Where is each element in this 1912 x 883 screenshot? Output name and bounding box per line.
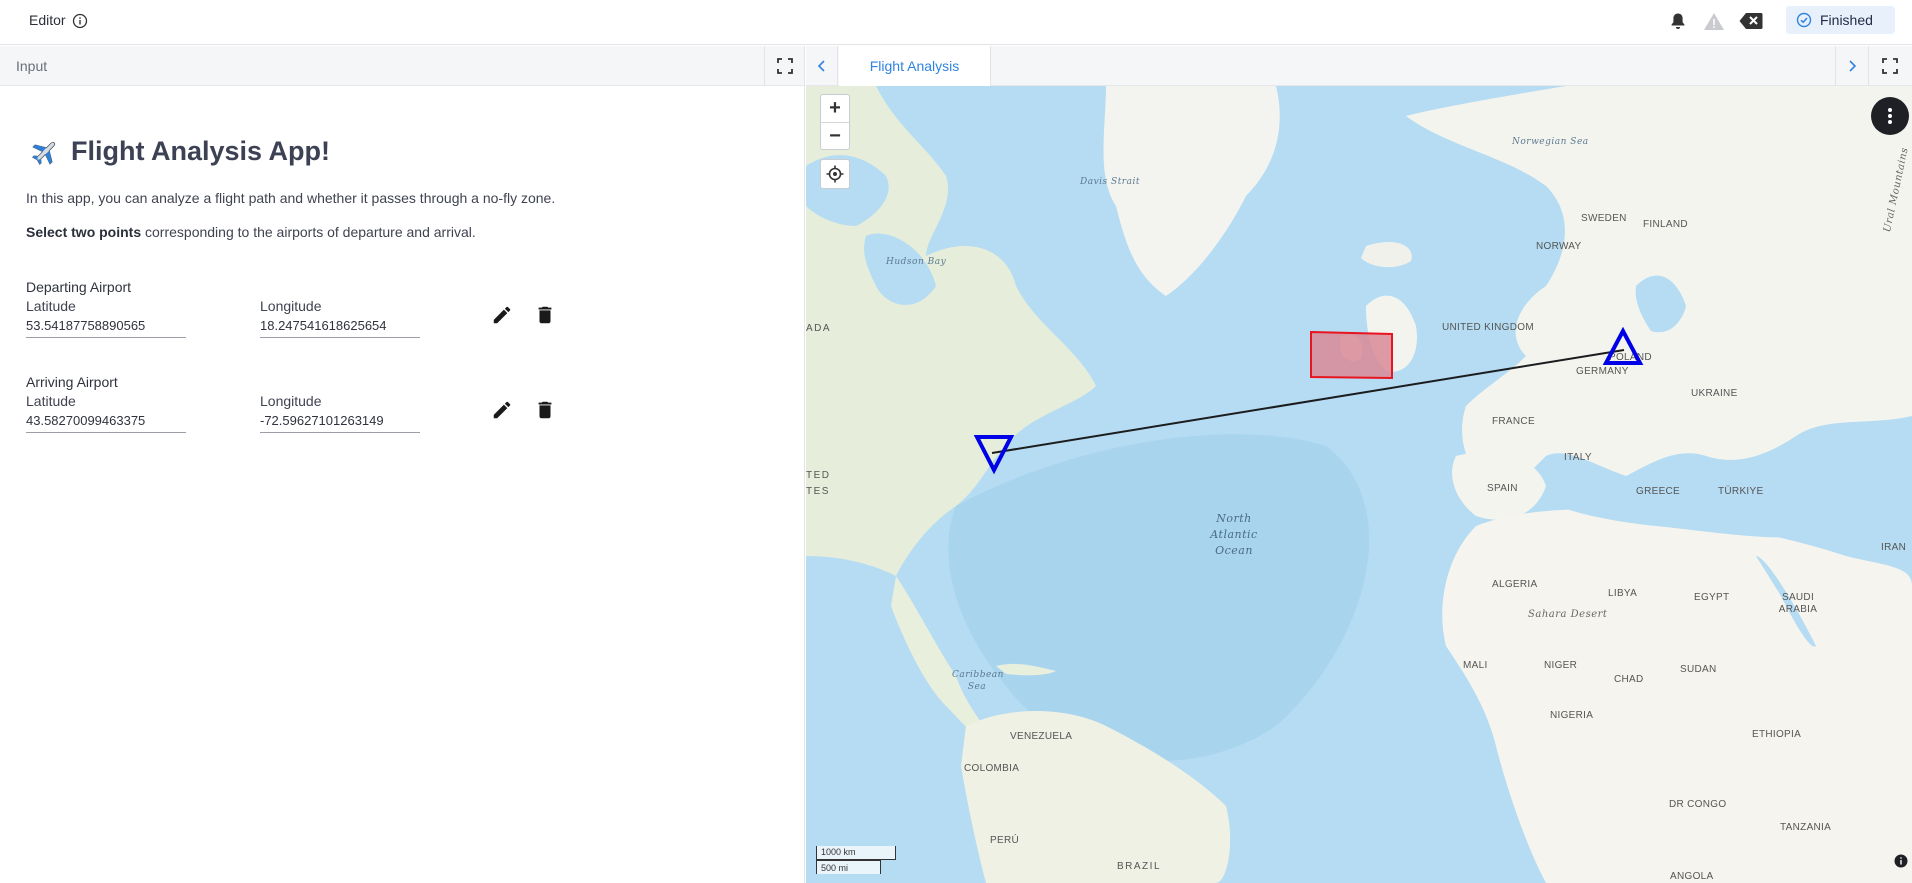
input-panel-label: Input [16,58,48,74]
divider [1868,46,1869,86]
locate-button[interactable] [820,159,850,189]
fullscreen-icon[interactable] [1882,58,1898,74]
delete-departing-icon[interactable] [534,304,556,326]
top-bar: Editor Finished [0,0,1912,45]
tab-scroll-left-button[interactable] [806,46,838,86]
scale-km: 1000 km [816,846,896,860]
arriving-longitude-label: Longitude [260,393,322,409]
instruction-rest: corresponding to the airports of departu… [141,224,476,240]
chevron-left-icon [817,60,825,72]
fullscreen-icon[interactable] [777,58,793,74]
instruction-text: Select two points corresponding to the a… [26,224,476,240]
delete-arriving-icon[interactable] [534,399,556,421]
attribution-info-icon[interactable] [1894,854,1908,868]
zoom-in-button[interactable]: + [821,95,849,122]
check-circle-icon [1796,12,1812,28]
no-fly-zone[interactable] [1310,330,1393,380]
arriving-airport-label: Arriving Airport [26,374,118,390]
map-view[interactable]: Davis Strait Hudson Bay Norwegian Sea SW… [806,86,1912,883]
map-overlays [973,326,1644,475]
departing-longitude-field[interactable]: 18.247541618625654 [260,316,420,338]
departing-longitude-label: Longitude [260,298,322,314]
departure-marker[interactable] [1602,326,1644,365]
info-icon[interactable] [72,13,88,29]
divider [764,46,765,86]
status-badge[interactable]: Finished [1786,6,1895,34]
editor-title: Editor [29,12,66,28]
scale-mi: 500 mi [816,860,881,874]
departing-latitude-field[interactable]: 53.54187758890565 [26,316,186,338]
zoom-control: + − [820,94,850,150]
edit-departing-icon[interactable] [491,304,513,326]
airplane-icon [31,141,56,165]
flight-path[interactable] [991,349,1625,454]
clear-icon[interactable] [1739,12,1763,30]
app-title-text: Flight Analysis App! [71,136,331,166]
warning-icon[interactable] [1703,11,1725,31]
arriving-latitude-label: Latitude [26,393,76,409]
page-title: Flight Analysis App! [30,136,330,167]
crosshair-icon [826,165,844,183]
status-label: Finished [1820,12,1873,28]
more-vertical-icon [1888,108,1892,124]
tab-scroll-right-button[interactable] [1835,46,1867,86]
bell-icon[interactable] [1668,11,1688,31]
map-panel-header: Flight Analysis [806,46,1912,86]
tab-flight-analysis[interactable]: Flight Analysis [839,46,991,86]
intro-text: In this app, you can analyze a flight pa… [26,190,556,206]
input-panel-header: Input [0,46,805,86]
departing-airport-label: Departing Airport [26,279,132,295]
edit-arriving-icon[interactable] [491,399,513,421]
more-options-button[interactable] [1871,97,1909,135]
input-panel: Flight Analysis App! In this app, you ca… [0,86,805,883]
scale-bar: 1000 km 500 mi [816,846,896,874]
instruction-bold: Select two points [26,224,142,240]
arriving-longitude-field[interactable]: -72.59627101263149 [260,411,420,433]
departing-latitude-label: Latitude [26,298,76,314]
chevron-right-icon [1849,60,1857,72]
arriving-latitude-field[interactable]: 43.58270099463375 [26,411,186,433]
zoom-out-button[interactable]: − [821,122,849,149]
